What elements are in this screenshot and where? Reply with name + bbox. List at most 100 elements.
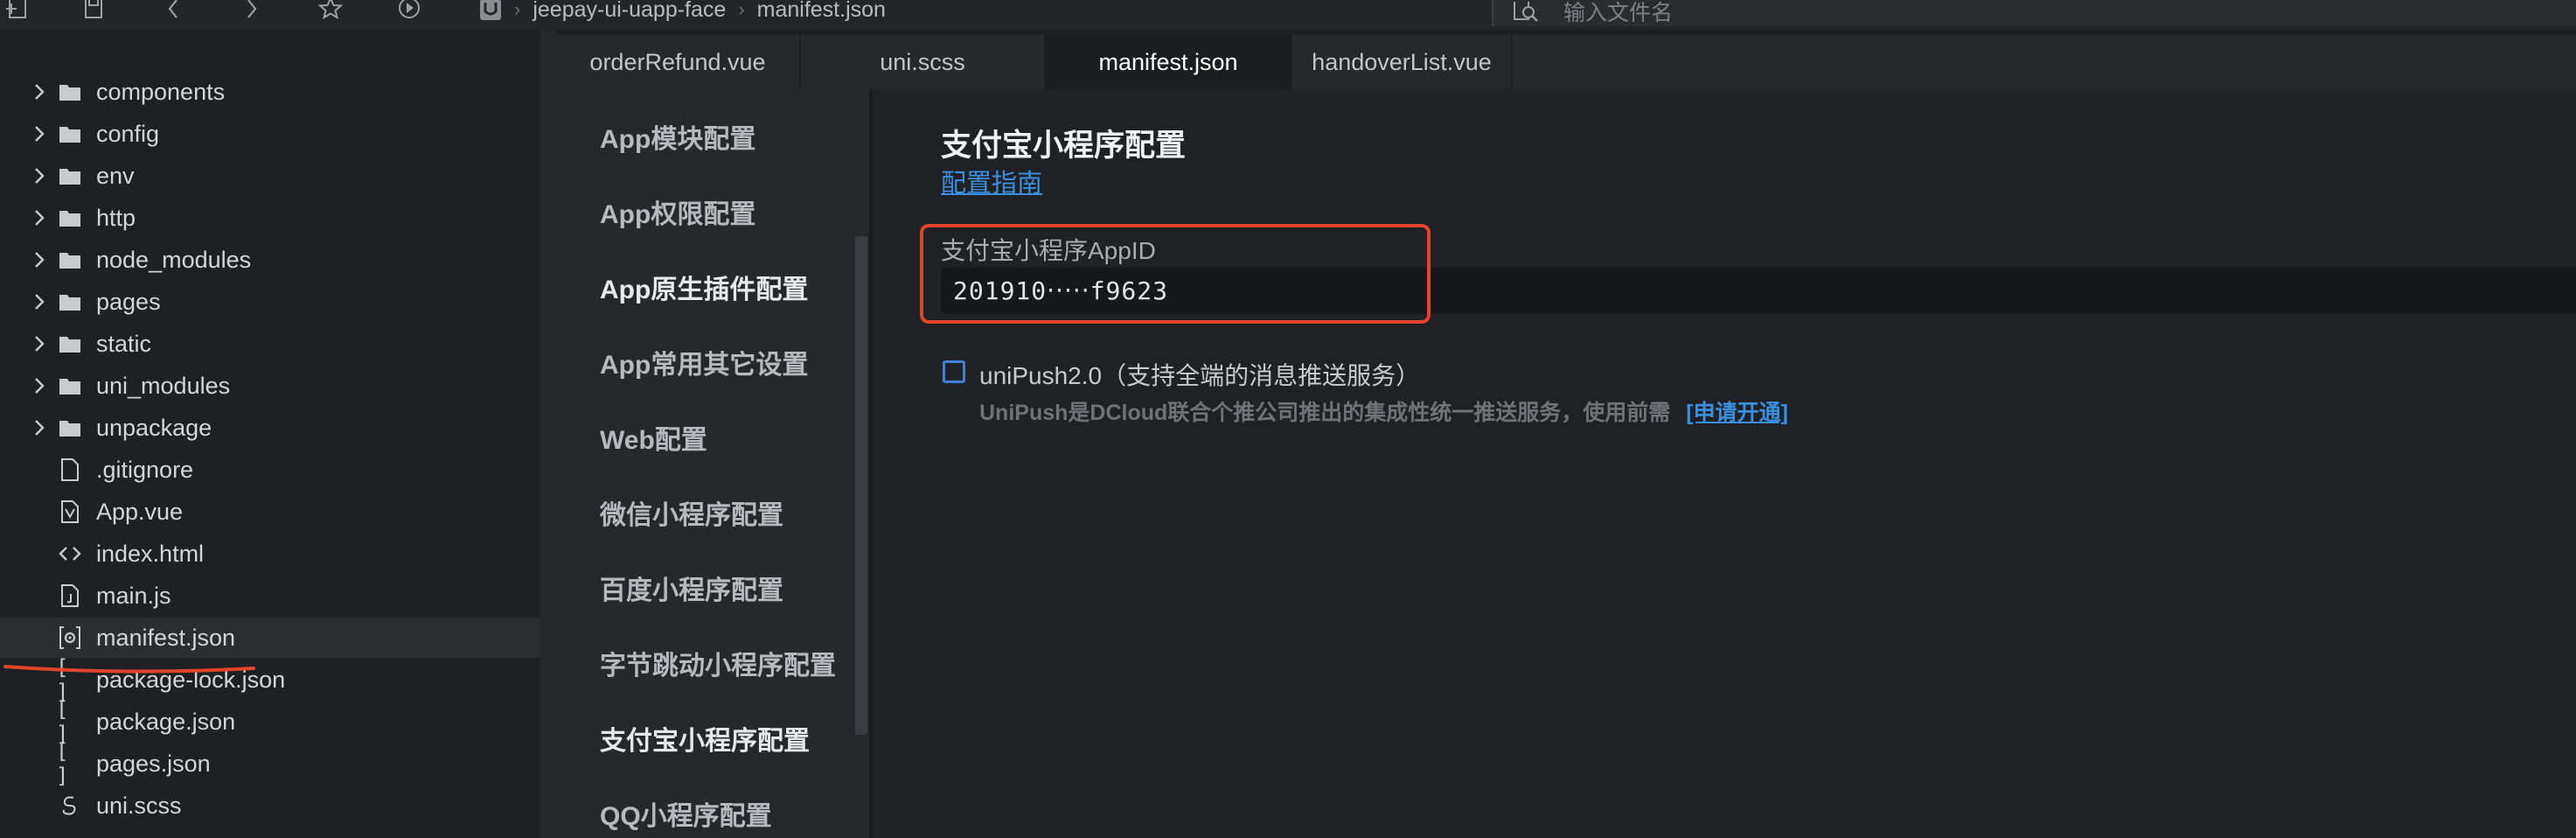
tree-item-label: static	[96, 330, 152, 357]
tree-item-label: pages.json	[96, 750, 211, 777]
tree-item-static[interactable]: static	[0, 324, 540, 364]
tree-item-label: index.html	[96, 540, 205, 567]
folder-icon	[58, 290, 82, 313]
tree-item-index-html[interactable]: index.html	[0, 534, 540, 574]
folder-icon	[58, 164, 82, 187]
config-guide-link[interactable]: 配置指南	[941, 163, 1042, 199]
breadcrumb: › jeepay-ui-uapp-face › manifest.json	[479, 0, 886, 23]
tree-item-package-json[interactable]: [ ] package.json	[0, 697, 540, 746]
chevron-right-icon[interactable]	[31, 208, 47, 227]
chevron-right-icon[interactable]	[31, 376, 47, 395]
tab-manifest-json[interactable]: manifest.json	[1046, 35, 1292, 89]
unipush-description: UniPush是DCloud联合个推公司推出的集成性统一推送服务，使用前需 [申请…	[979, 395, 1788, 427]
nav-app-modules[interactable]: App模块配置	[600, 117, 755, 156]
file-icon	[58, 458, 82, 481]
tree-item-label: .gitignore	[96, 456, 194, 483]
chevron-right-icon[interactable]	[31, 82, 47, 101]
nav-scrollbar[interactable]	[855, 236, 867, 735]
top-toolbar: › jeepay-ui-uapp-face › manifest.json	[0, 0, 2576, 30]
nav-app-permissions[interactable]: App权限配置	[600, 192, 755, 231]
unipush-description-text: UniPush是DCloud联合个推公司推出的集成性统一推送服务，使用前需	[979, 401, 1671, 425]
scss-file-icon	[58, 794, 82, 817]
folder-icon	[58, 374, 82, 397]
nav-app-other-settings[interactable]: App常用其它设置	[600, 343, 808, 381]
breadcrumb-project[interactable]: jeepay-ui-uapp-face	[533, 0, 726, 23]
forward-icon[interactable]	[234, 0, 269, 21]
tree-item-label: uni_modules	[96, 372, 231, 399]
chevron-right-icon[interactable]	[31, 292, 47, 311]
tab-uni-scss[interactable]: uni.scss	[801, 35, 1046, 89]
chevron-right-icon[interactable]	[31, 334, 47, 353]
back-icon[interactable]	[156, 0, 191, 21]
tree-item-main-js[interactable]: main.js	[0, 576, 540, 616]
chevron-right-icon[interactable]	[31, 250, 47, 269]
tree-item-pages[interactable]: pages	[0, 282, 540, 322]
manifest-gear-icon	[58, 626, 82, 649]
nav-app-native-plugins[interactable]: App原生插件配置	[600, 268, 808, 306]
chevron-right-icon[interactable]	[31, 166, 47, 185]
tree-item-label: pages	[96, 288, 161, 315]
tab-handoverlist-vue[interactable]: handoverList.vue	[1292, 35, 1513, 89]
nav-bytedance-miniprogram[interactable]: 字节跳动小程序配置	[600, 644, 836, 682]
sidebar-divider	[540, 30, 556, 838]
nav-qq-miniprogram[interactable]: QQ小程序配置	[600, 794, 772, 833]
file-search-bar	[1492, 0, 2576, 26]
tree-item-node-modules[interactable]: node_modules	[0, 240, 540, 280]
tree-item-manifest-json[interactable]: manifest.json	[0, 618, 540, 658]
tree-item-label: App.vue	[96, 498, 184, 525]
file-tree-sidebar: components config env http node_modulespages…	[0, 30, 540, 838]
tree-item-label: unpackage	[96, 414, 212, 441]
breadcrumb-separator: ›	[738, 0, 745, 20]
unipush-label[interactable]: uniPush2.0（支持全端的消息推送服务）	[979, 357, 1420, 392]
breadcrumb-separator: ›	[514, 0, 521, 20]
folder-icon	[58, 416, 82, 439]
tree-item-http[interactable]: http	[0, 198, 540, 238]
chevron-right-icon[interactable]	[31, 124, 47, 143]
tree-item-components[interactable]: components	[0, 72, 540, 112]
new-file-icon[interactable]	[0, 0, 35, 21]
vue-file-icon	[58, 500, 82, 523]
project-u-icon	[479, 0, 502, 21]
nav-baidu-miniprogram[interactable]: 百度小程序配置	[600, 569, 783, 607]
star-icon[interactable]	[313, 0, 348, 21]
appid-label: 支付宝小程序AppID	[941, 237, 1156, 264]
tree-item-pages-json[interactable]: [ ] pages.json	[0, 739, 540, 788]
tree-item-config[interactable]: config	[0, 114, 540, 154]
nav-alipay-miniprogram[interactable]: 支付宝小程序配置	[600, 719, 810, 758]
tree-item-env[interactable]: env	[0, 156, 540, 196]
js-file-icon	[58, 584, 82, 607]
nav-web[interactable]: Web配置	[600, 418, 707, 457]
annotation-underline	[3, 665, 255, 674]
section-title: 支付宝小程序配置	[941, 129, 1187, 163]
unipush-apply-link[interactable]: [申请开通]	[1686, 401, 1788, 425]
folder-icon	[58, 248, 82, 271]
manifest-section-nav: App模块配置 App权限配置 App原生插件配置 App常用其它设置 Web配…	[556, 89, 869, 838]
tree-item-label: uni.scss	[96, 792, 182, 819]
save-icon[interactable]	[75, 0, 110, 21]
tree-item-label: manifest.json	[96, 624, 236, 651]
tree-item-app-vue[interactable]: App.vue	[0, 492, 540, 532]
code-brackets-icon	[58, 542, 82, 565]
run-icon[interactable]	[392, 0, 427, 21]
unipush-checkbox[interactable]	[943, 360, 965, 383]
json-brackets-icon: [ ]	[56, 697, 69, 746]
tree-item-uni-scss[interactable]: uni.scss	[0, 786, 540, 826]
search-file-icon	[1513, 2, 1539, 24]
file-search-input[interactable]	[1563, 0, 2088, 26]
appid-input[interactable]	[941, 268, 2576, 313]
breadcrumb-file[interactable]: manifest.json	[757, 0, 886, 23]
tab-orderrefund-vue[interactable]: orderRefund.vue	[556, 35, 801, 89]
tree-item-gitignore[interactable]: .gitignore	[0, 450, 540, 490]
manifest-editor-panel: 支付宝小程序配置 配置指南 支付宝小程序AppID uniPush2.0（支持全…	[873, 89, 2576, 838]
nav-wechat-miniprogram[interactable]: 微信小程序配置	[600, 493, 783, 532]
tree-item-label: node_modules	[96, 246, 252, 273]
tree-item-uni-modules[interactable]: uni_modules	[0, 366, 540, 406]
tree-item-label: main.js	[96, 582, 171, 609]
tree-item-unpackage[interactable]: unpackage	[0, 408, 540, 448]
tree-item-label: http	[96, 204, 136, 231]
folder-icon	[58, 332, 82, 355]
json-brackets-icon: [ ]	[56, 739, 69, 788]
chevron-right-icon[interactable]	[31, 418, 47, 437]
folder-icon	[58, 122, 82, 145]
editor-tab-bar: orderRefund.vue uni.scss manifest.json h…	[556, 35, 2576, 89]
